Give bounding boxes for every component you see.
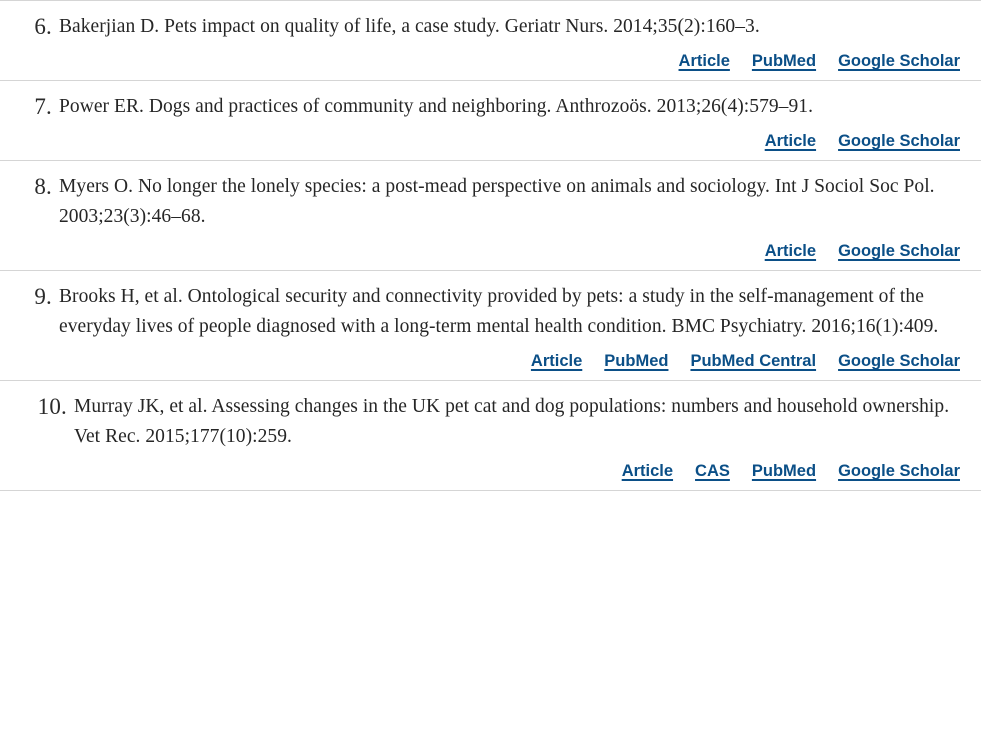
link-google-scholar[interactable]: Google Scholar: [838, 131, 960, 151]
link-google-scholar[interactable]: Google Scholar: [838, 51, 960, 71]
reference-links: Article Google Scholar: [59, 241, 960, 261]
link-pubmed-central[interactable]: PubMed Central: [690, 351, 816, 371]
reference-citation: Power ER. Dogs and practices of communit…: [59, 96, 813, 117]
reference-number: 9.: [34, 284, 52, 309]
reference-list: 6. Bakerjian D. Pets impact on quality of…: [0, 0, 981, 491]
reference-body: Murray JK, et al. Assessing changes in t…: [74, 392, 960, 481]
link-google-scholar[interactable]: Google Scholar: [838, 461, 960, 481]
reference-links: Article PubMed Google Scholar: [59, 51, 960, 71]
reference-body: Myers O. No longer the lonely species: a…: [59, 172, 960, 261]
reference-row: 6. Bakerjian D. Pets impact on quality of…: [19, 12, 960, 71]
reference-item: 9. Brooks H, et al. Ontological security …: [0, 270, 981, 380]
link-pubmed[interactable]: PubMed: [604, 351, 668, 371]
reference-links: Article PubMed PubMed Central Google Schola…: [59, 351, 960, 371]
link-article[interactable]: Article: [531, 351, 582, 371]
reference-body: Power ER. Dogs and practices of communit…: [59, 92, 960, 151]
reference-citation: Myers O. No longer the lonely species: a…: [59, 176, 935, 227]
reference-links: Article CAS PubMed Google Scholar: [74, 461, 960, 481]
reference-number: 6.: [34, 14, 52, 39]
reference-row: 7. Power ER. Dogs and practices of commun…: [19, 92, 960, 151]
reference-number: 7.: [34, 94, 52, 119]
link-google-scholar[interactable]: Google Scholar: [838, 241, 960, 261]
link-google-scholar[interactable]: Google Scholar: [838, 351, 960, 371]
link-article[interactable]: Article: [765, 241, 816, 261]
reference-citation: Bakerjian D. Pets impact on quality of l…: [59, 16, 760, 37]
link-article[interactable]: Article: [679, 51, 730, 71]
link-pubmed[interactable]: PubMed: [752, 461, 816, 481]
reference-item: 6. Bakerjian D. Pets impact on quality of…: [0, 0, 981, 80]
link-article[interactable]: Article: [765, 131, 816, 151]
link-cas[interactable]: CAS: [695, 461, 730, 481]
reference-item: 8. Myers O. No longer the lonely species:…: [0, 160, 981, 270]
reference-row: 10. Murray JK, et al. Assessing changes i…: [19, 392, 960, 481]
reference-item: 10. Murray JK, et al. Assessing changes i…: [0, 380, 981, 491]
reference-item: 7. Power ER. Dogs and practices of commun…: [0, 80, 981, 160]
reference-citation: Brooks H, et al. Ontological security an…: [59, 286, 939, 337]
reference-body: Bakerjian D. Pets impact on quality of l…: [59, 12, 960, 71]
reference-row: 8. Myers O. No longer the lonely species:…: [19, 172, 960, 261]
link-article[interactable]: Article: [622, 461, 673, 481]
link-pubmed[interactable]: PubMed: [752, 51, 816, 71]
reference-number: 10.: [37, 394, 67, 419]
reference-links: Article Google Scholar: [59, 131, 960, 151]
reference-citation: Murray JK, et al. Assessing changes in t…: [74, 396, 950, 447]
reference-number: 8.: [34, 174, 52, 199]
reference-body: Brooks H, et al. Ontological security an…: [59, 282, 960, 371]
reference-row: 9. Brooks H, et al. Ontological security …: [19, 282, 960, 371]
